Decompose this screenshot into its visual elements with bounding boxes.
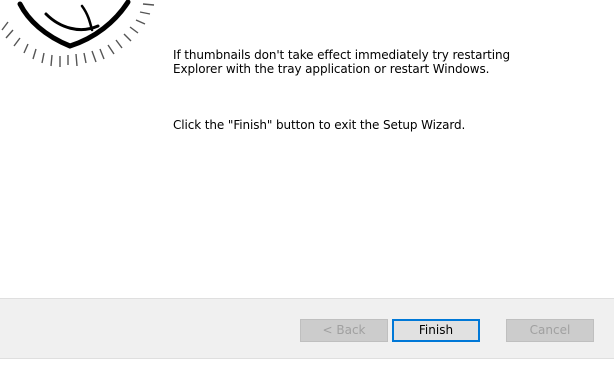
cancel-button[interactable]: Cancel (506, 319, 594, 342)
finish-instruction-text: Click the "Finish" button to exit the Se… (173, 118, 466, 132)
back-button[interactable]: < Back (300, 319, 388, 342)
wizard-content-panel: If thumbnails don't take effect immediat… (0, 0, 614, 298)
wizard-button-bar: < Back Finish Cancel (0, 298, 614, 359)
finish-button[interactable]: Finish (392, 319, 480, 342)
thumbnails-info-text: If thumbnails don't take effect immediat… (173, 48, 511, 76)
sketch-illustration-icon (1, 0, 155, 67)
window-bottom-edge (0, 358, 614, 369)
